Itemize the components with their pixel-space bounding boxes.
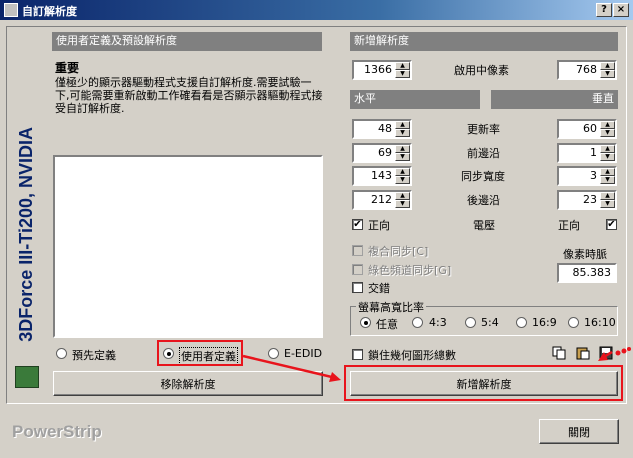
powerstrip-logo: PowerStrip bbox=[12, 422, 102, 441]
annotation-arrows bbox=[242, 350, 613, 382]
close-button[interactable]: 關閉 bbox=[539, 419, 619, 444]
